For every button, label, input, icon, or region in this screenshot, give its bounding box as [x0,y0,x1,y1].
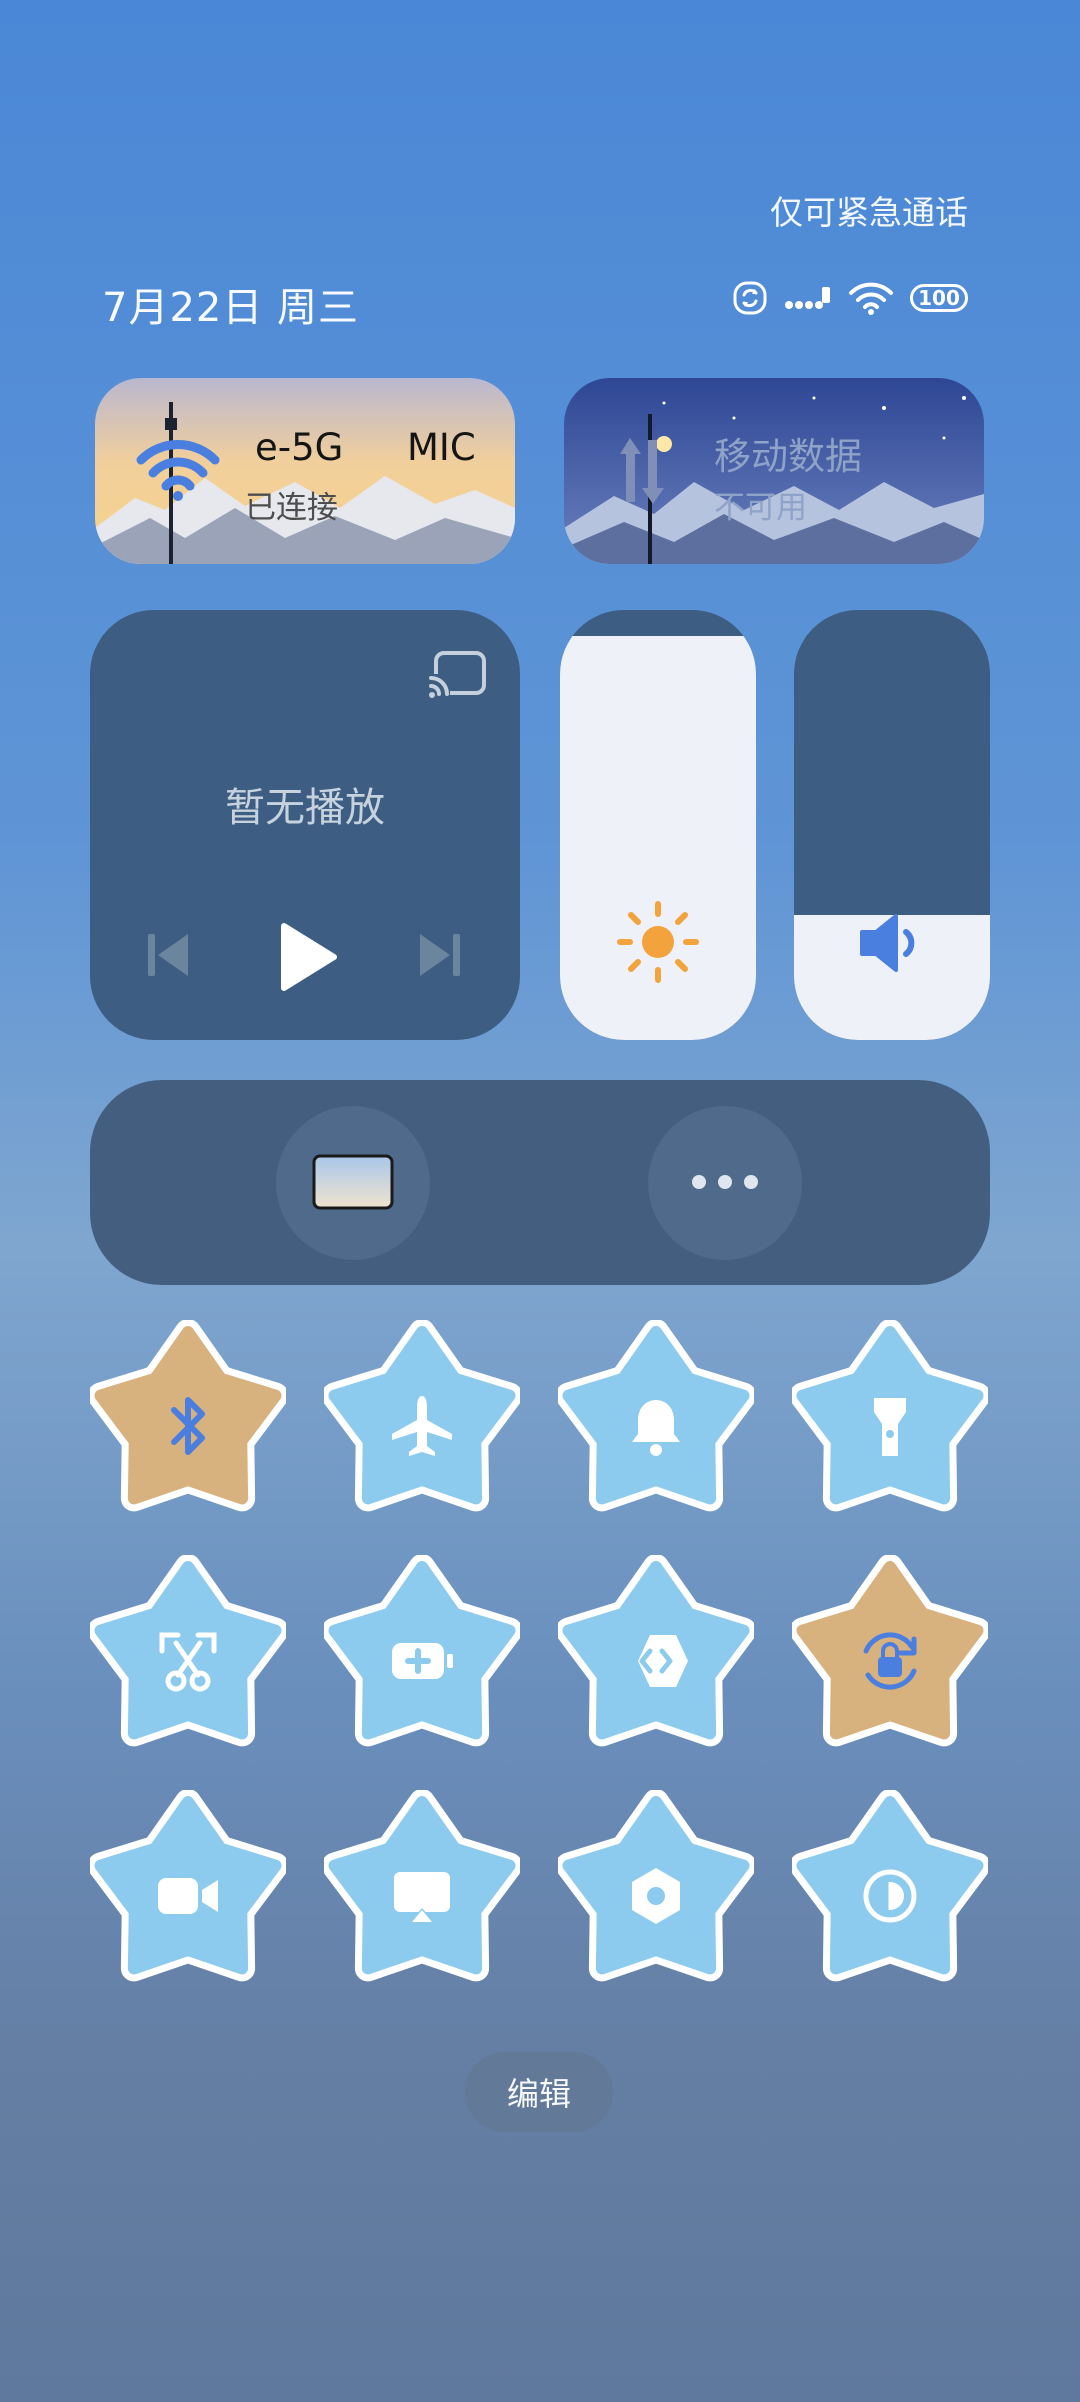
media-status-text: 暂无播放 [225,785,385,831]
previous-track-icon[interactable] [144,930,192,980]
date-text: 7月22日 周三 [102,285,360,331]
next-track-icon[interactable] [416,930,464,980]
mobile-data-icon [620,438,664,504]
edit-button[interactable]: 编辑 [465,2052,613,2132]
star-shape [792,1555,988,1747]
mobile-data-tile[interactable]: 移动数据 不可用 [564,378,984,564]
sync-icon [733,281,767,315]
battery-level-text: 100 [918,286,960,310]
mobile-data-status: 不可用 [714,490,807,526]
star-shape [324,1320,520,1512]
battery-icon: 100 [910,284,968,312]
emergency-calls-only-text: 仅可紧急通话 [770,193,968,232]
screen-preview-icon [312,1154,394,1210]
cast-toggle[interactable] [324,1790,520,1986]
battery-saver-toggle[interactable] [324,1555,520,1751]
star-shape [90,1320,286,1512]
more-dots-icon [692,1175,758,1189]
wifi-signal-icon [849,282,893,315]
volume-slider[interactable] [794,610,990,1040]
sound-toggle[interactable] [558,1320,754,1516]
speaker-icon [860,914,915,972]
airplane-toggle[interactable] [324,1320,520,1516]
star-shape [558,1320,754,1512]
cast-icon[interactable] [428,650,488,700]
star-shape [792,1320,988,1512]
play-icon[interactable] [278,922,338,992]
edit-label: 编辑 [506,2075,571,2113]
star-shape [90,1555,286,1747]
wifi-name-tail: MIC [407,426,476,469]
dark-mode-toggle[interactable] [792,1790,988,1986]
media-player-card[interactable]: 暂无播放 [90,610,520,1040]
wallpaper-shortcut-button[interactable] [276,1106,430,1260]
flashlight-toggle[interactable] [792,1320,988,1516]
wifi-status: 已连接 [245,490,338,526]
star-shape [90,1790,286,1982]
nearby-share-toggle[interactable] [558,1555,754,1751]
rotation-lock-toggle[interactable] [792,1555,988,1751]
star-shape [558,1790,754,1982]
settings-toggle[interactable] [558,1790,754,1986]
wifi-name: e-5G [255,426,344,469]
shortcut-bar [90,1080,990,1285]
sun-icon [617,901,699,983]
mobile-data-title: 移动数据 [714,435,862,478]
star-shape [324,1790,520,1982]
wifi-icon [136,440,220,501]
brightness-slider[interactable] [560,610,756,1040]
no-signal-icon [785,287,830,309]
star-shape [324,1555,520,1747]
screen-record-toggle[interactable] [90,1790,286,1986]
wifi-tile[interactable]: e-5G MIC 已连接 [95,378,515,564]
bluetooth-toggle[interactable] [90,1320,286,1516]
status-icons: 100 [732,278,968,318]
star-shape [792,1790,988,1982]
screenshot-toggle[interactable] [90,1555,286,1751]
star-shape [558,1555,754,1747]
more-options-button[interactable] [648,1106,802,1260]
